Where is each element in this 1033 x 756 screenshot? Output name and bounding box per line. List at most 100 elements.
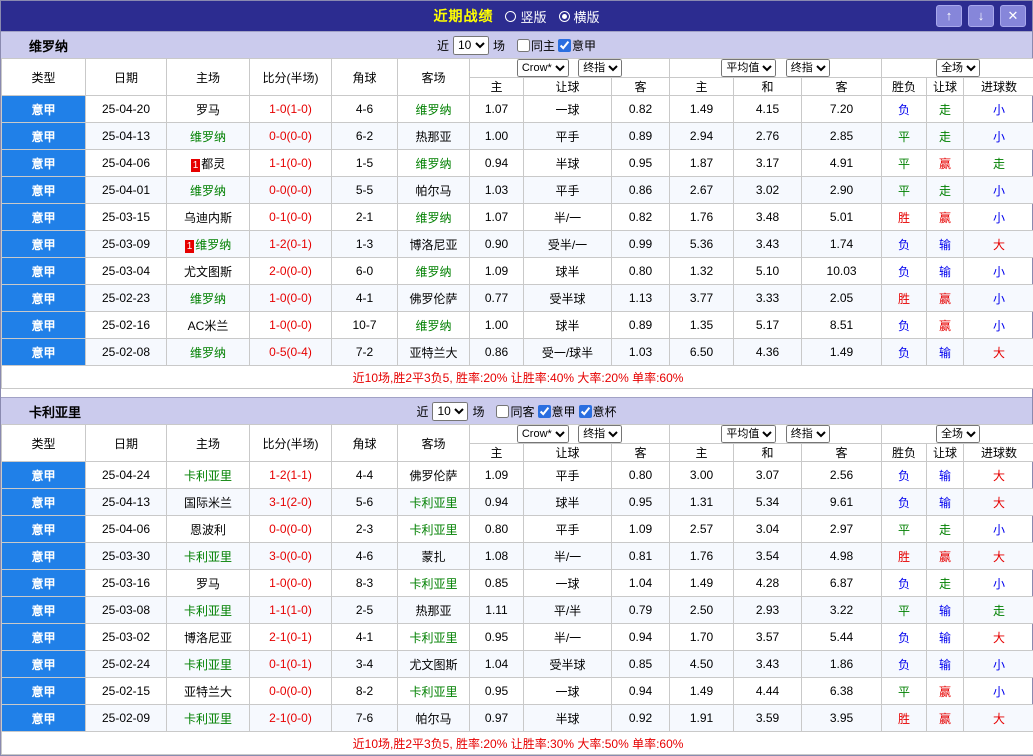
away-team-name: 卡利亚里 <box>409 577 457 591</box>
result-handicap-cell: 走 <box>927 570 964 597</box>
odds-away-cell: 0.99 <box>612 231 670 258</box>
move-down-button[interactable]: ↓ <box>968 5 994 27</box>
scope-select[interactable]: 全场 <box>936 59 980 77</box>
match-row: 意甲25-02-09卡利亚里2-1(0-0)7-6帕尔马0.97半球0.921.… <box>2 705 1033 732</box>
match-row: 意甲25-03-02博洛尼亚2-1(0-1)4-1卡利亚里0.95半/一0.94… <box>2 624 1033 651</box>
result-wdl-cell: 负 <box>882 570 927 597</box>
home-team-name: 罗马 <box>196 577 220 591</box>
col-corner: 角球 <box>332 59 398 96</box>
away-team-cell: 帕尔马 <box>398 705 470 732</box>
avg-home-cell: 3.00 <box>670 462 734 489</box>
match-count-select[interactable]: 10 <box>453 36 489 55</box>
result-wdl-cell: 平 <box>882 597 927 624</box>
corner-cell: 2-3 <box>332 516 398 543</box>
odds-stage-select[interactable]: 终指 <box>578 59 622 77</box>
home-team-cell: 卡利亚里 <box>167 705 250 732</box>
result-wdl-cell: 胜 <box>882 204 927 231</box>
result-handicap-cell: 赢 <box>927 678 964 705</box>
avg-stage-select[interactable]: 终指 <box>786 59 830 77</box>
home-team-cell: 维罗纳 <box>167 339 250 366</box>
team-name: 维罗纳 <box>29 36 68 55</box>
avg-stage-select[interactable]: 终指 <box>786 425 830 443</box>
avg-away-cell: 1.49 <box>802 339 882 366</box>
home-team-name: 维罗纳 <box>190 292 226 306</box>
checkbox-input[interactable] <box>579 405 592 418</box>
avg-away-cell: 7.20 <box>802 96 882 123</box>
avg-away-cell: 6.87 <box>802 570 882 597</box>
odds-away-cell: 0.85 <box>612 651 670 678</box>
away-team-name: 帕尔马 <box>415 184 451 198</box>
odds-stage-select[interactable]: 终指 <box>578 425 622 443</box>
odds-home-cell: 1.00 <box>470 123 524 150</box>
col-odds-away: 客 <box>612 78 670 96</box>
avg-away-cell: 2.05 <box>802 285 882 312</box>
checkbox-input[interactable] <box>558 39 571 52</box>
avg-draw-cell: 3.48 <box>734 204 802 231</box>
filter-checkbox-3[interactable]: 意杯 <box>579 403 617 420</box>
result-goals-cell: 走 <box>964 597 1033 624</box>
handicap-cell: 半球 <box>524 705 612 732</box>
home-team-name: 卡利亚里 <box>184 469 232 483</box>
corner-cell: 7-6 <box>332 705 398 732</box>
odds-home-cell: 1.07 <box>470 96 524 123</box>
result-handicap-cell: 输 <box>927 489 964 516</box>
filter-checkbox-2[interactable]: 意甲 <box>538 403 576 420</box>
result-handicap-cell: 赢 <box>927 312 964 339</box>
rank-badge: 1 <box>185 240 195 253</box>
score-cell: 2-1(0-0) <box>250 705 332 732</box>
titlebar-buttons: ↑ ↓ ✕ <box>936 5 1026 27</box>
corner-cell: 5-5 <box>332 177 398 204</box>
handicap-cell: 平手 <box>524 177 612 204</box>
away-team-cell: 维罗纳 <box>398 96 470 123</box>
match-row: 意甲25-03-08卡利亚里1-1(1-0)2-5热那亚1.11平/半0.792… <box>2 597 1033 624</box>
odds-away-cell: 0.95 <box>612 489 670 516</box>
result-goals-cell: 大 <box>964 543 1033 570</box>
checkbox-input[interactable] <box>517 39 530 52</box>
avg-select[interactable]: 平均值 <box>721 425 776 443</box>
home-team-cell: 维罗纳 <box>167 123 250 150</box>
date-cell: 25-02-24 <box>86 651 167 678</box>
odds-home-cell: 0.80 <box>470 516 524 543</box>
home-team-name: 维罗纳 <box>190 184 226 198</box>
filter-checkbox-1[interactable]: 同主 <box>517 37 555 54</box>
match-row: 意甲25-04-24卡利亚里1-2(1-1)4-4佛罗伦萨1.09平手0.803… <box>2 462 1033 489</box>
col-result-handicap: 让球 <box>927 78 964 96</box>
odds-away-cell: 1.03 <box>612 339 670 366</box>
move-up-button[interactable]: ↑ <box>936 5 962 27</box>
checkbox-input[interactable] <box>496 405 509 418</box>
section-header: 维罗纳 近 10 场 同主意甲 <box>1 31 1032 58</box>
checkbox-input[interactable] <box>538 405 551 418</box>
result-wdl-cell: 胜 <box>882 705 927 732</box>
match-row: 意甲25-03-16罗马1-0(0-0)8-3卡利亚里0.85一球1.041.4… <box>2 570 1033 597</box>
avg-home-cell: 3.77 <box>670 285 734 312</box>
avg-select[interactable]: 平均值 <box>721 59 776 77</box>
odds-away-cell: 0.86 <box>612 177 670 204</box>
date-cell: 25-04-13 <box>86 123 167 150</box>
match-row: 意甲25-04-061都灵1-1(0-0)1-5维罗纳0.94半球0.951.8… <box>2 150 1033 177</box>
layout-radio-horizontal[interactable]: 横版 <box>559 7 600 26</box>
home-team-name: 维罗纳 <box>190 130 226 144</box>
score-cell: 1-1(1-0) <box>250 597 332 624</box>
odds-group-header: Crow* 终指 <box>470 59 670 78</box>
home-team-name: 卡利亚里 <box>184 658 232 672</box>
avg-home-cell: 2.94 <box>670 123 734 150</box>
away-team-name: 卡利亚里 <box>409 631 457 645</box>
avg-away-cell: 6.38 <box>802 678 882 705</box>
avg-away-cell: 2.90 <box>802 177 882 204</box>
bookmaker-select[interactable]: Crow* <box>517 425 569 443</box>
bookmaker-select[interactable]: Crow* <box>517 59 569 77</box>
match-count-select[interactable]: 10 <box>432 402 468 421</box>
match-row: 意甲25-04-06恩波利0-0(0-0)2-3卡利亚里0.80平手1.092.… <box>2 516 1033 543</box>
close-button[interactable]: ✕ <box>1000 5 1026 27</box>
result-goals-cell: 大 <box>964 705 1033 732</box>
avg-home-cell: 2.50 <box>670 597 734 624</box>
filter-checkbox-2[interactable]: 意甲 <box>558 37 596 54</box>
layout-radio-vertical[interactable]: 竖版 <box>505 7 546 26</box>
result-handicap-cell: 赢 <box>927 705 964 732</box>
scope-select[interactable]: 全场 <box>936 425 980 443</box>
filter-checkbox-1[interactable]: 同客 <box>496 403 534 420</box>
away-team-name: 维罗纳 <box>415 211 451 225</box>
home-team-name: 卡利亚里 <box>184 550 232 564</box>
avg-away-cell: 1.74 <box>802 231 882 258</box>
date-cell: 25-02-09 <box>86 705 167 732</box>
